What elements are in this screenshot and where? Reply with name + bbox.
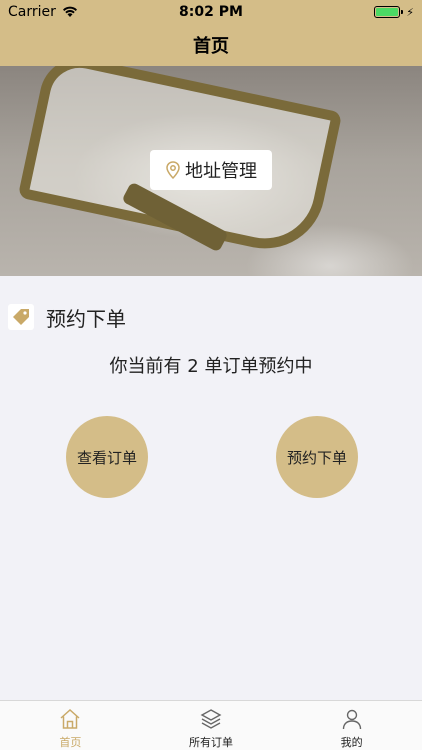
book-order-button[interactable]: 预约下单 <box>276 416 358 498</box>
status-bar: Carrier 8:02 PM ⚡ <box>0 0 422 24</box>
layers-icon <box>200 709 222 729</box>
tab-all-orders-label: 所有订单 <box>189 736 233 749</box>
tab-profile[interactable]: 我的 <box>281 701 422 750</box>
section-title: 预约下单 <box>46 306 126 331</box>
tab-home[interactable]: 首页 <box>0 701 141 750</box>
address-management-button[interactable]: 地址管理 <box>150 150 272 190</box>
reservation-status-text: 你当前有 2 单订单预约中 <box>109 356 313 377</box>
tab-home-label: 首页 <box>59 736 82 749</box>
address-management-label: 地址管理 <box>185 161 257 182</box>
user-icon <box>342 709 361 730</box>
tab-bar: 首页 所有订单 我的 <box>0 700 422 750</box>
home-icon <box>60 708 80 729</box>
tag-icon <box>8 304 34 330</box>
location-pin-icon <box>166 161 180 179</box>
view-orders-button[interactable]: 查看订单 <box>66 416 148 498</box>
book-order-label: 预约下单 <box>286 448 347 467</box>
banner-image: 地址管理 <box>0 66 422 276</box>
nav-bar: 首页 <box>0 24 422 66</box>
status-right: ⚡ <box>374 6 414 19</box>
tab-profile-label: 我的 <box>340 736 363 749</box>
page-title: 首页 <box>193 36 229 57</box>
carrier-label: Carrier <box>8 4 56 20</box>
section-header: 预约下单 <box>8 304 126 331</box>
status-left: Carrier <box>8 4 78 20</box>
tab-all-orders[interactable]: 所有订单 <box>141 701 282 750</box>
view-orders-label: 查看订单 <box>76 448 137 467</box>
charging-icon: ⚡ <box>406 5 414 19</box>
battery-icon <box>374 6 404 18</box>
wifi-icon <box>62 6 77 17</box>
